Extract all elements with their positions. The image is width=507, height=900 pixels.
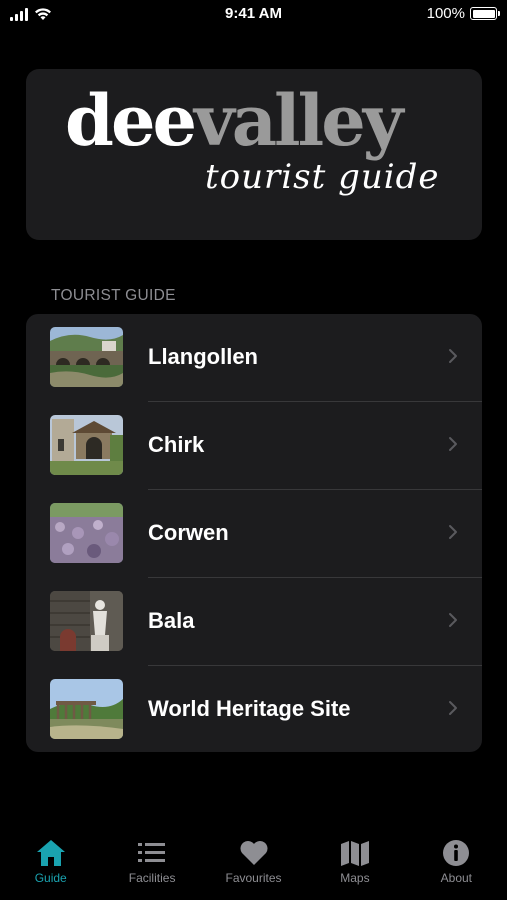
- guide-list: Llangollen Chirk Corwen Bala World Herit…: [26, 314, 482, 752]
- chirk-photo: [50, 415, 123, 475]
- info-icon: [439, 838, 473, 868]
- list-item-label: World Heritage Site: [148, 696, 351, 721]
- tab-facilities[interactable]: Facilities: [101, 838, 202, 900]
- list-item-chirk[interactable]: Chirk: [26, 402, 482, 490]
- list-icon: [135, 838, 169, 868]
- tab-about[interactable]: About: [406, 838, 507, 900]
- list-item-world-heritage-site[interactable]: World Heritage Site: [26, 666, 482, 752]
- heart-icon: [237, 838, 271, 868]
- chevron-right-icon: [449, 701, 457, 715]
- logo-word-dee: dee: [65, 79, 197, 162]
- corwen-photo: [50, 503, 123, 563]
- list-item-label: Bala: [148, 608, 195, 633]
- logo-subtitle: tourist guide: [205, 157, 440, 197]
- list-item-label: Corwen: [148, 520, 229, 545]
- bala-photo: [50, 591, 123, 651]
- tab-label: Guide: [34, 871, 67, 885]
- battery-icon: [470, 7, 500, 20]
- tab-maps[interactable]: Maps: [304, 838, 405, 900]
- chevron-right-icon: [449, 613, 457, 627]
- list-item-bala[interactable]: Bala: [26, 578, 482, 666]
- home-icon: [34, 838, 68, 868]
- tab-label: Facilities: [128, 871, 176, 885]
- section-header: TOURIST GUIDE: [51, 287, 176, 304]
- tab-label: Favourites: [225, 871, 282, 885]
- chevron-right-icon: [449, 349, 457, 363]
- list-item-label: Chirk: [148, 432, 205, 457]
- chevron-right-icon: [449, 525, 457, 539]
- tab-bar: Guide Facilities Favourites Maps About: [0, 838, 507, 900]
- logo-word-valley: valley: [194, 79, 403, 162]
- map-icon: [338, 838, 372, 868]
- battery-percentage: 100%: [426, 5, 465, 22]
- list-item-label: Llangollen: [148, 344, 258, 369]
- list-item-llangollen[interactable]: Llangollen: [26, 314, 482, 402]
- battery-status: 100%: [426, 5, 500, 22]
- list-item-corwen[interactable]: Corwen: [26, 490, 482, 578]
- chevron-right-icon: [449, 437, 457, 451]
- tab-guide[interactable]: Guide: [0, 838, 101, 900]
- world-heritage-site-photo: [50, 679, 123, 739]
- tab-label: About: [440, 871, 472, 885]
- app-logo: deevalley: [65, 86, 403, 156]
- tab-label: Maps: [340, 871, 370, 885]
- status-bar: 9:41 AM 100%: [0, 0, 507, 30]
- llangollen-photo: [50, 327, 123, 387]
- tab-favourites[interactable]: Favourites: [203, 838, 304, 900]
